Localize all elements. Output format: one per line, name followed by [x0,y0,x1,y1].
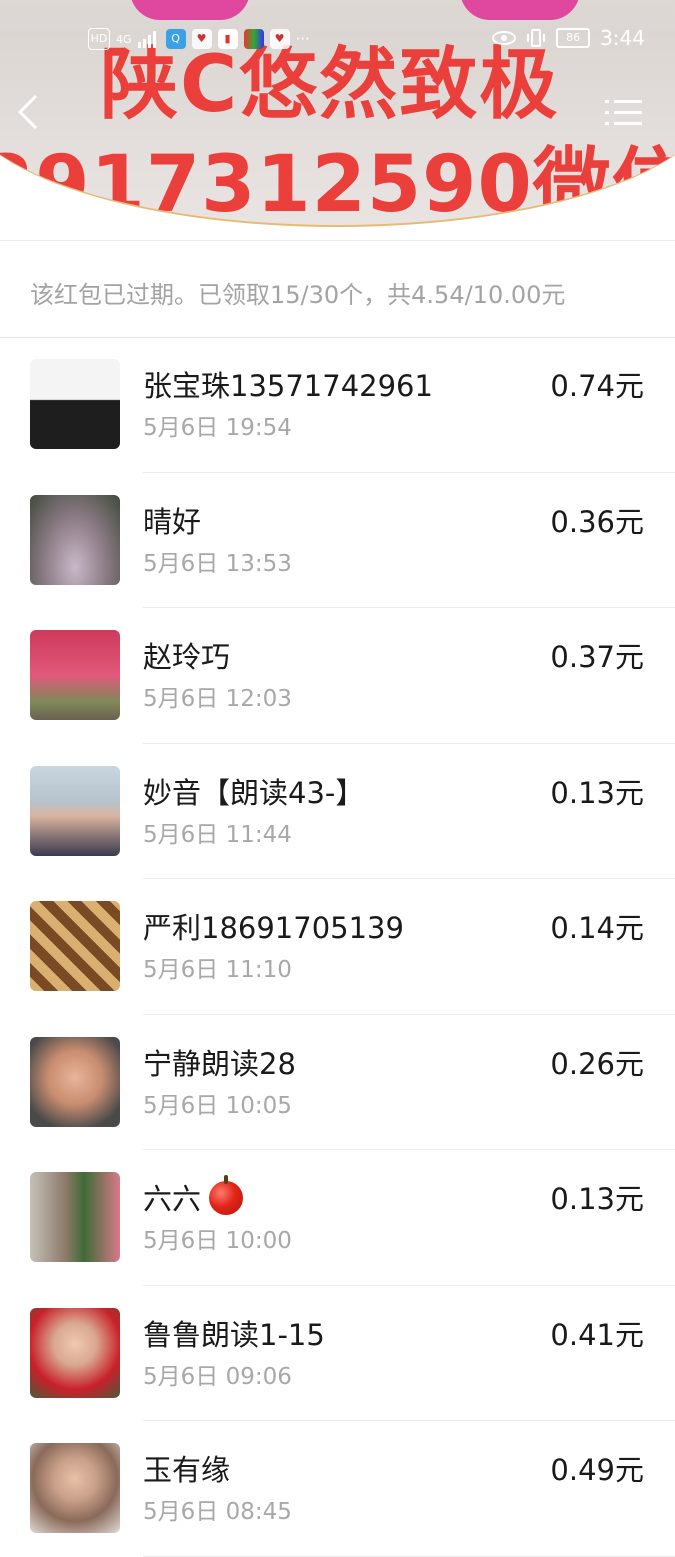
vibrate-icon [527,29,546,47]
back-button[interactable] [16,92,50,132]
avatar[interactable] [30,630,120,720]
recipient-name: 妙音【朗读43-】 [143,770,364,812]
chevron-left-icon [17,94,38,130]
book-icon: ▮ [217,29,238,49]
more-notifications-icon: ··· [295,30,310,48]
claim-amount: 0.14元 [550,911,644,945]
record-row[interactable]: 鲁鲁朗读1-15 5月6日 09:06 0.41元 [0,1286,675,1421]
apple-icon [209,1175,244,1215]
claim-time: 5月6日 10:05 [143,1092,292,1119]
signal-icon [137,31,156,48]
claim-time: 5月6日 09:06 [143,1363,292,1390]
banner-text-bottom: 2917312590微信号 [0,140,675,227]
eye-icon [492,31,517,45]
avatar[interactable] [30,359,120,449]
recipient-name: 赵玲巧 [143,634,230,676]
hd-icon: HD [88,28,110,50]
claim-time: 5月6日 11:44 [143,821,292,848]
claim-time: 5月6日 12:03 [143,686,292,712]
claim-amount: 0.74元 [550,369,644,403]
claim-record-list: 张宝珠13571742961 5月6日 19:54 0.74元晴好 5月6日 13:5… [0,337,675,1557]
recipient-name-text: 宁静朗读28 [143,1046,296,1081]
status-bar: HD 4G Q ♥ ▮ ♥ ··· 86 3:44 [0,26,675,56]
summary-text: 该红包已过期。已领取15/30个，共4.54/10.00元 [30,281,566,309]
avatar[interactable] [30,1307,120,1398]
record-row[interactable]: 张宝珠13571742961 5月6日 19:54 0.74元 [0,337,675,473]
recipient-name-text: 赵玲巧 [143,640,231,674]
claim-time: 5月6日 11:10 [143,957,292,983]
claim-time: 5月6日 10:00 [143,1228,292,1254]
header-banner: 陕C悠然致极 2917312590微信号 HD 4G Q ♥ ▮ ♥ ··· [0,0,675,240]
red-packet-summary: 该红包已过期。已领取15/30个，共4.54/10.00元 [0,240,675,338]
recipient-name-text: 晴好 [143,504,202,539]
claim-amount: 0.13元 [550,1182,644,1216]
claim-time: 5月6日 19:54 [143,415,292,441]
claim-amount: 0.41元 [550,1317,644,1352]
recipient-name-text: 妙音【朗读43-】 [143,775,365,810]
row-divider [143,1555,675,1557]
app-notification-icon: ♥ [191,29,212,49]
list-menu-icon [605,100,642,125]
avatar[interactable] [30,1036,120,1127]
recipient-name: 晴好 [143,499,201,541]
battery-icon: 86 [556,28,591,48]
recipient-name-text: 鲁鲁朗读1-15 [143,1317,325,1352]
decor-blob [460,0,580,20]
app-notification-icon: ♥ [269,29,290,49]
claim-time: 5月6日 08:45 [143,1499,292,1525]
avatar[interactable] [30,494,120,585]
record-row[interactable]: 赵玲巧 5月6日 12:03 0.37元 [0,608,675,744]
recipient-name-text: 严利18691705139 [143,911,404,945]
claim-time: 5月6日 13:53 [143,550,292,577]
recipient-name: 玉有缘 [143,1447,230,1489]
avatar[interactable] [30,901,120,991]
clock: 3:44 [600,26,645,50]
record-row[interactable]: 玉有缘 5月6日 08:45 0.49元 [0,1421,675,1557]
claim-amount: 0.37元 [550,640,644,674]
record-row[interactable]: 六六 5月6日 10:00 0.13元 [0,1150,675,1286]
avatar[interactable] [30,1443,120,1533]
claim-amount: 0.13元 [550,775,644,810]
recipient-name: 张宝珠13571742961 [143,363,433,405]
recipient-name-text: 六六 [143,1182,202,1216]
decor-blob [130,0,250,20]
record-row[interactable]: 妙音【朗读43-】 5月6日 11:44 0.13元 [0,744,675,879]
photos-icon [243,29,264,49]
recipient-name: 严利18691705139 [143,905,404,947]
claim-amount: 0.36元 [550,504,644,539]
browser-icon: Q [165,29,186,49]
avatar[interactable] [30,765,120,856]
menu-button[interactable] [605,98,645,128]
claim-amount: 0.49元 [550,1453,644,1487]
recipient-name: 鲁鲁朗读1-15 [143,1312,325,1354]
record-row[interactable]: 晴好 5月6日 13:53 0.36元 [0,473,675,608]
record-row[interactable]: 严利18691705139 5月6日 11:10 0.14元 [0,879,675,1015]
record-row[interactable]: 宁静朗读28 5月6日 10:05 0.26元 [0,1015,675,1150]
recipient-name-text: 玉有缘 [143,1453,231,1487]
recipient-name: 宁静朗读28 [143,1041,296,1083]
recipient-name-text: 张宝珠13571742961 [143,369,433,403]
network-4g-icon: 4G [116,32,132,46]
status-right-icons: 86 3:44 [492,26,645,50]
avatar[interactable] [30,1172,120,1262]
status-left-icons: HD 4G Q ♥ ▮ ♥ ··· [88,28,310,50]
claim-amount: 0.26元 [550,1046,644,1081]
recipient-name: 六六 [143,1175,244,1218]
